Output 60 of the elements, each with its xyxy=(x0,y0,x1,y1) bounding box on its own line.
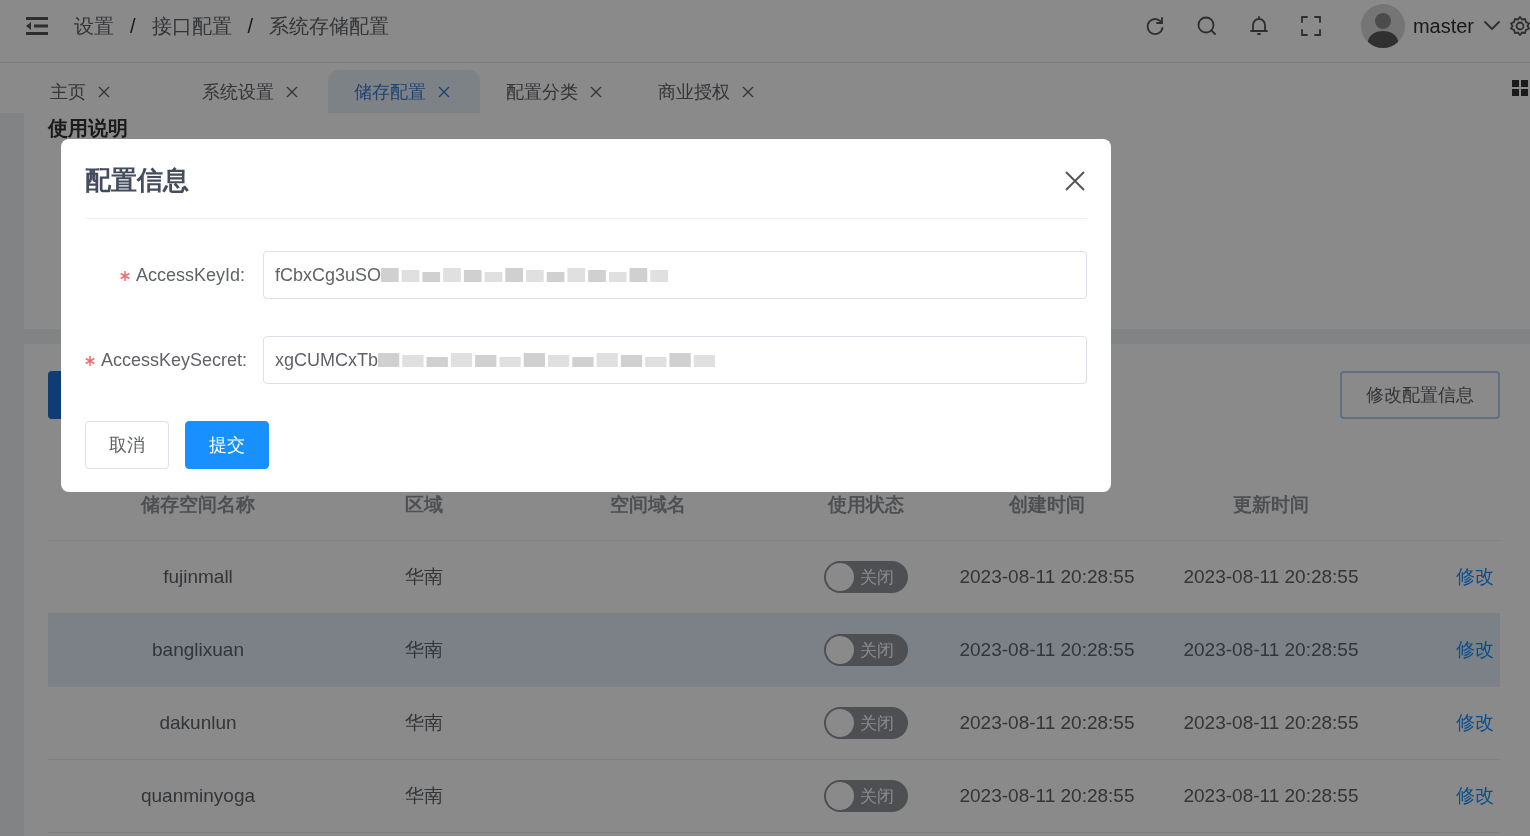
table-cell: 2023-08-11 20:28:55 xyxy=(1183,639,1359,661)
breadcrumb-item[interactable]: 设置 xyxy=(74,12,114,40)
user-name[interactable]: master xyxy=(1412,14,1474,38)
breadcrumb-separator: / xyxy=(130,14,136,38)
edit-link[interactable]: 修改 xyxy=(1456,783,1494,809)
table-cell-text: 华南 xyxy=(405,638,443,662)
table-cell: 2023-08-11 20:28:55 xyxy=(959,785,1135,807)
table-cell: banglixuan xyxy=(152,639,244,661)
tab[interactable]: 配置分类 xyxy=(480,70,632,113)
grid-icon[interactable] xyxy=(1512,80,1528,96)
edit-link[interactable]: 修改 xyxy=(1456,564,1494,590)
field-label: AccessKeySecret: xyxy=(101,349,248,370)
table-cell-text: 华南 xyxy=(405,784,443,808)
column-header: 更新时间 xyxy=(1232,492,1310,517)
column-header: 储存空间名称 xyxy=(139,492,256,517)
tab[interactable]: 主页 xyxy=(24,70,176,113)
tab[interactable]: 商业授权 xyxy=(632,70,784,113)
tab[interactable]: 储存配置 xyxy=(328,70,480,113)
close-icon[interactable] xyxy=(590,85,602,98)
breadcrumb-item[interactable]: 系统存储配置 xyxy=(269,12,390,40)
table-cell: 2023-08-11 20:28:55 xyxy=(1183,785,1359,807)
table-cell: fujinmall xyxy=(163,566,233,588)
edit-config-button[interactable]: 修改配置信息 xyxy=(1340,371,1500,419)
avatar-icon[interactable] xyxy=(1360,4,1405,48)
column-header: 空间域名 xyxy=(609,492,687,517)
column-header: 区域 xyxy=(404,492,444,517)
table-cell: 2023-08-11 20:28:55 xyxy=(959,566,1135,588)
fullscreen-icon[interactable] xyxy=(1300,16,1321,36)
input-field[interactable]: fCbxCg3uSO xyxy=(263,251,1087,299)
table-cell: 2023-08-11 20:28:55 xyxy=(1183,712,1359,734)
close-icon[interactable] xyxy=(1065,170,1085,191)
menu-icon[interactable] xyxy=(26,17,48,35)
tab[interactable]: 系统设置 xyxy=(176,70,328,113)
table-cell-text: 华南 xyxy=(405,565,443,589)
edit-link[interactable]: 修改 xyxy=(1456,710,1494,736)
table-cell: quanminyoga xyxy=(140,785,256,807)
table-cell: 2023-08-11 20:28:55 xyxy=(959,712,1135,734)
close-icon[interactable] xyxy=(742,85,754,98)
table-cell: dakunlun xyxy=(159,712,237,734)
breadcrumb-separator: / xyxy=(247,14,254,38)
table-cell: 2023-08-11 20:28:55 xyxy=(959,639,1135,661)
settings-icon[interactable] xyxy=(1510,16,1530,36)
table-cell: 2023-08-11 20:28:55 xyxy=(1183,566,1359,588)
breadcrumb-item[interactable]: 接口配置 xyxy=(151,12,232,40)
submit-button[interactable]: 提交 xyxy=(185,421,269,469)
edit-link[interactable]: 修改 xyxy=(1456,637,1494,663)
close-icon[interactable] xyxy=(286,85,298,98)
section-title: 使用说明 xyxy=(48,116,129,141)
refresh-icon[interactable] xyxy=(1144,16,1165,36)
bell-icon[interactable] xyxy=(1248,16,1269,36)
column-header: 使用状态 xyxy=(826,492,905,517)
close-icon[interactable] xyxy=(98,85,110,98)
search-icon[interactable] xyxy=(1196,16,1217,36)
field-label: AccessKeyId: xyxy=(135,264,245,285)
cancel-button[interactable]: 取消 xyxy=(85,421,169,469)
dialog-title: 配置信息 xyxy=(85,164,189,197)
table-cell-text: 华南 xyxy=(405,711,443,735)
input-field[interactable]: xgCUMCxTb xyxy=(263,336,1087,384)
column-header: 创建时间 xyxy=(1007,492,1086,517)
caret-icon[interactable] xyxy=(1484,21,1500,31)
